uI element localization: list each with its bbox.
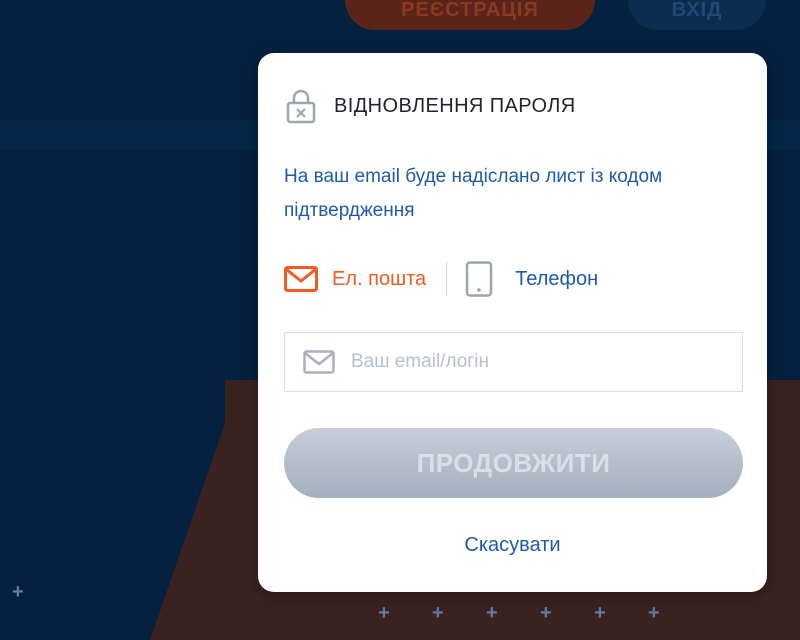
- modal-title: ВІДНОВЛЕННЯ ПАРОЛЯ: [334, 94, 576, 117]
- plus-decoration: +: [594, 602, 606, 624]
- modal-description: На ваш email буде надіслано лист із кодо…: [284, 166, 663, 221]
- continue-button[interactable]: ПРОДОВЖИТИ: [284, 428, 743, 498]
- tab-phone[interactable]: Телефон: [465, 261, 598, 297]
- cancel-link[interactable]: Скасувати: [258, 534, 767, 557]
- plus-decoration: +: [12, 581, 24, 603]
- login-button[interactable]: ВХІД: [628, 0, 766, 30]
- plus-decoration: +: [540, 602, 552, 624]
- plus-decoration: +: [648, 602, 660, 624]
- tab-email-label: Ел. пошта: [332, 267, 427, 290]
- register-button[interactable]: РЕЄСТРАЦІЯ: [345, 0, 595, 30]
- plus-decoration: +: [378, 602, 390, 624]
- plus-decoration: +: [486, 602, 498, 624]
- email-field[interactable]: [284, 332, 743, 392]
- tab-email[interactable]: Ел. пошта: [284, 266, 426, 292]
- recovery-method-tabs: Ел. пошта Телефон: [284, 261, 598, 297]
- plus-decoration: +: [432, 602, 444, 624]
- mail-icon: [284, 266, 318, 292]
- email-input[interactable]: [351, 351, 711, 373]
- phone-icon: [465, 261, 493, 297]
- method-divider: [446, 262, 448, 296]
- tab-phone-label: Телефон: [515, 267, 599, 290]
- password-recovery-modal: ВІДНОВЛЕННЯ ПАРОЛЯ На ваш email буде над…: [258, 53, 767, 592]
- mail-icon: [303, 350, 335, 374]
- modal-header: ВІДНОВЛЕННЯ ПАРОЛЯ: [286, 88, 576, 124]
- lock-icon: [286, 89, 316, 124]
